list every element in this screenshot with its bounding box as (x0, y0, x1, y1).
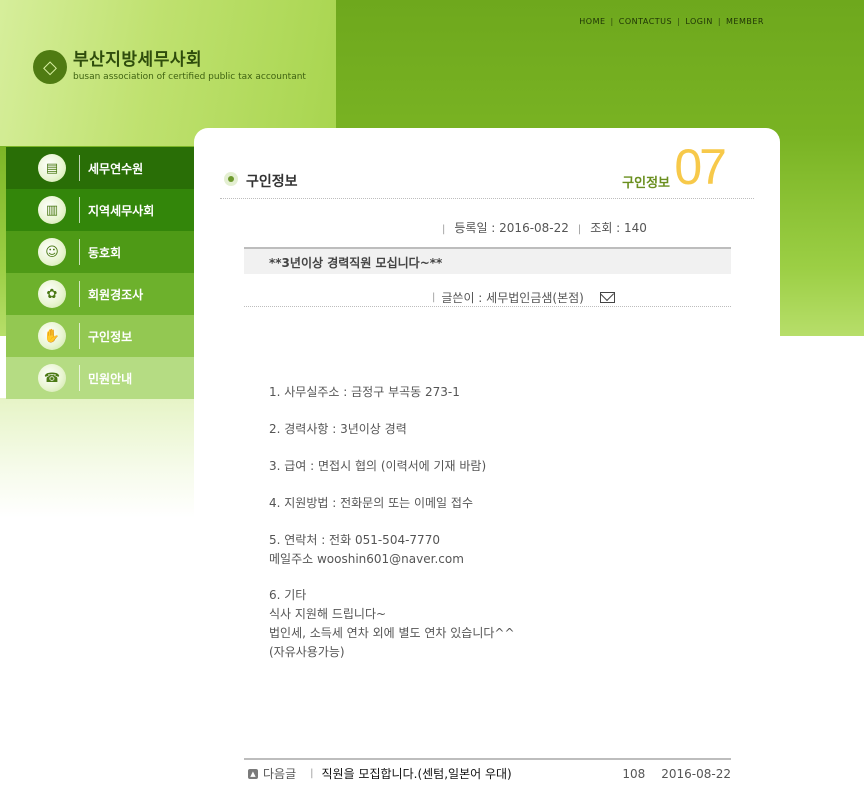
body-line: 5. 연락처 : 전화 051-504-7770 (269, 533, 440, 547)
logo-korean-text: 부산지방세무사회 (73, 50, 203, 70)
section-title: 구인정보 (622, 176, 670, 191)
page-title: 구인정보 (246, 174, 298, 190)
sidebar-item-regional[interactable]: ▥ 지역세무사회 (6, 189, 194, 231)
flower-icon: ✿ (38, 280, 66, 308)
next-post-label: 다음글 (263, 767, 297, 781)
sidebar-item-label: 민원안내 (88, 371, 133, 386)
post-writer: | 글쓴이 : 세무법인금샘(본점) (432, 289, 615, 306)
site-logo[interactable]: ◇ 부산지방세무사회 busan association of certifie… (33, 50, 306, 84)
mail-icon[interactable] (599, 292, 615, 303)
sidebar-item-label: 동호회 (88, 245, 122, 260)
nav-home-link[interactable]: HOME (579, 17, 605, 26)
sidebar-item-label: 회원경조사 (88, 287, 144, 302)
sidebar-item-club[interactable]: ☺ 동호회 (6, 231, 194, 273)
sidebar-item-label: 지역세무사회 (88, 203, 155, 218)
body-line: 6. 기타 (269, 588, 307, 602)
book-icon: ▤ (38, 154, 66, 182)
next-post-date: 2016-08-22 (661, 766, 731, 781)
sidebar-item-label: 구인정보 (88, 329, 133, 344)
nav-login-link[interactable]: LOGIN (685, 17, 713, 26)
post-title: **3년이상 경력직원 모십니다~** (269, 256, 443, 270)
handshake-icon: ✋ (38, 322, 66, 350)
post-meta: | 등록일 : 2016-08-22 | 조회 : 140 (442, 221, 647, 235)
body-line: 3. 급여 : 면접시 협의 (이력서에 기재 바람) (269, 459, 487, 473)
building-icon: ▥ (38, 196, 66, 224)
body-line: 2. 경력사항 : 3년이상 경력 (269, 422, 407, 436)
sidebar-fade (0, 398, 194, 518)
post-date: 등록일 : 2016-08-22 (454, 221, 569, 235)
logo-emblem-icon: ◇ (33, 50, 67, 84)
sidebar-item-events[interactable]: ✿ 회원경조사 (6, 273, 194, 315)
chevron-up-icon: ▲ (248, 768, 258, 779)
post-title-bar: **3년이상 경력직원 모십니다~** (244, 247, 731, 274)
body-line: 1. 사무실주소 : 금정구 부곡동 273-1 (269, 385, 460, 399)
body-line: 메일주소 wooshin601@naver.com (269, 552, 464, 566)
section-number: 07 (674, 139, 727, 195)
next-post-views: 108 (622, 766, 646, 781)
body-line: (자유사용가능) (269, 645, 345, 659)
nav-member-link[interactable]: MEMBER (726, 17, 764, 26)
divider (244, 758, 731, 760)
next-post-title-link[interactable]: 직원을 모집합니다.(센텀,일본어 우대) (322, 765, 512, 782)
next-post-row[interactable]: ▲ 다음글 | 직원을 모집합니다.(센텀,일본어 우대) 108 2016-0… (248, 765, 731, 782)
panel-header: 구인정보 구인정보 07 (220, 139, 754, 199)
content-panel: 구인정보 구인정보 07 | 등록일 : 2016-08-22 | 조회 : 140 … (194, 128, 780, 788)
post-body: 1. 사무실주소 : 금정구 부곡동 273-1 2. 경력사항 : 3년이상 … (269, 383, 729, 662)
nav-contactus-link[interactable]: CONTACTUS (619, 17, 672, 26)
phone-icon: ☎ (38, 364, 66, 392)
sidebar-item-jobs[interactable]: ✋ 구인정보 (6, 315, 194, 357)
sidebar: ▤ 세무연수원 ▥ 지역세무사회 ☺ 동호회 ✿ 회원경조사 ✋ 구인정보 ☎ … (6, 147, 194, 399)
body-line: 4. 지원방법 : 전화문의 또는 이메일 접수 (269, 496, 473, 510)
people-icon: ☺ (38, 238, 66, 266)
top-navigation: HOME | CONTACTUS | LOGIN | MEMBER (579, 17, 764, 26)
body-line: 법인세, 소득세 연차 외에 별도 연차 있습니다^^ (269, 626, 515, 640)
sidebar-item-training[interactable]: ▤ 세무연수원 (6, 147, 194, 189)
divider (244, 306, 731, 307)
sidebar-item-civil[interactable]: ☎ 민원안내 (6, 357, 194, 399)
post-views: 조회 : 140 (590, 221, 647, 235)
body-line: 식사 지원해 드립니다~ (269, 607, 387, 621)
sidebar-item-label: 세무연수원 (88, 161, 144, 176)
logo-english-text: busan association of certified public ta… (73, 72, 306, 82)
writer-name: 글쓴이 : 세무법인금샘(본점) (441, 291, 584, 305)
bullet-icon (224, 172, 238, 186)
